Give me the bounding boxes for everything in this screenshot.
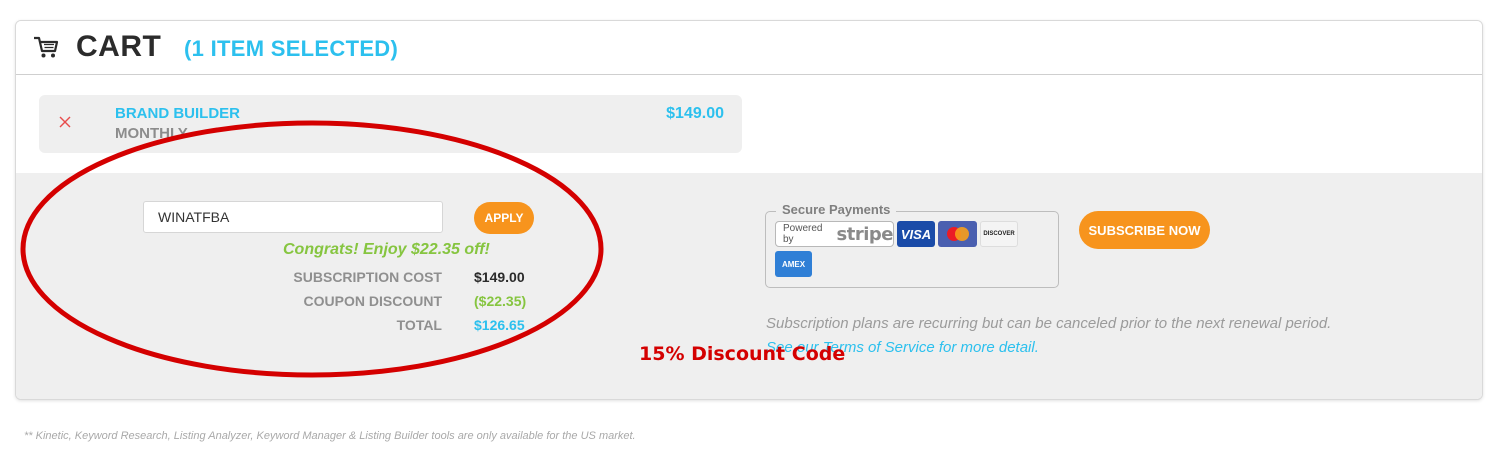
item-price: $149.00 [666, 105, 724, 122]
subscribe-now-button[interactable]: SUBSCRIBE NOW [1079, 211, 1210, 249]
stripe-prefix: Powered by [783, 223, 823, 245]
cart-header: CART (1 ITEM SELECTED) [16, 21, 1482, 75]
cart-item: BRAND BUILDER MONTHLY $149.00 [39, 95, 742, 153]
discount-annotation-text: 15% Discount Code [639, 343, 846, 365]
summary-value-coupon-discount: ($22.35) [474, 293, 527, 309]
footnote: ** Kinetic, Keyword Research, Listing An… [24, 430, 636, 442]
coupon-success-message: Congrats! Enjoy $22.35 off! [283, 241, 490, 258]
cart-card: CART (1 ITEM SELECTED) BRAND BUILDER MON… [15, 20, 1483, 400]
summary-label-coupon-discount: COUPON DISCOUNT [303, 293, 442, 309]
items-selected-count: (1 ITEM SELECTED) [184, 36, 399, 61]
page-title: CART [76, 30, 162, 63]
mastercard-icon [946, 227, 969, 241]
secure-payments-legend: Secure Payments [776, 202, 897, 217]
stripe-logo: stripe [836, 223, 894, 245]
summary-label-subscription-cost: SUBSCRIPTION COST [293, 269, 442, 285]
apply-coupon-button[interactable]: APPLY [474, 202, 534, 234]
item-plan: MONTHLY [115, 125, 188, 142]
summary-value-total: $126.65 [474, 317, 525, 333]
checkout-panel: APPLY Congrats! Enjoy $22.35 off! SUBSCR… [16, 173, 1482, 399]
coupon-input[interactable] [143, 201, 443, 233]
item-name: BRAND BUILDER [115, 105, 240, 122]
visa-logo: VISA [897, 221, 935, 247]
summary-label-total: TOTAL [396, 317, 442, 333]
discover-logo: DISCOVER [980, 221, 1018, 247]
recurring-note: Subscription plans are recurring but can… [766, 315, 1332, 332]
summary-value-subscription-cost: $149.00 [474, 269, 525, 285]
amex-logo: AMEX [775, 251, 812, 277]
powered-by-stripe-badge: Powered by stripe [775, 221, 894, 247]
shopping-cart-icon [34, 36, 59, 58]
close-icon[interactable] [58, 115, 72, 129]
mastercard-logo [938, 221, 977, 247]
